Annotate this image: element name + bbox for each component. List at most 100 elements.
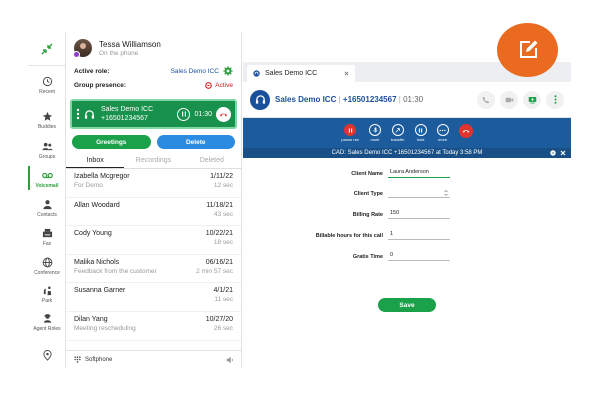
- softphone-bar[interactable]: Softphone: [66, 350, 241, 368]
- status-dot: [73, 51, 80, 58]
- dialpad-icon: [74, 356, 81, 363]
- control-label: hold: [416, 137, 425, 142]
- message-duration: 2 min 57 sec: [196, 267, 233, 275]
- save-button[interactable]: Save: [378, 298, 436, 312]
- video-icon: [505, 97, 513, 102]
- more-button[interactable]: [546, 90, 564, 109]
- speaker-icon[interactable]: [226, 356, 234, 364]
- nav-buddies[interactable]: Buddies: [28, 111, 66, 130]
- group-presence-value[interactable]: Active: [215, 82, 233, 89]
- message-name: Cody Young: [74, 230, 112, 238]
- control-label: transfer: [391, 137, 405, 142]
- tab-inbox[interactable]: Inbox: [66, 154, 125, 168]
- screen-share-icon: [528, 96, 536, 103]
- user-name: Tessa Williamson: [99, 39, 161, 49]
- active-role-value[interactable]: Sales Demo ICC: [171, 68, 219, 75]
- nav-label: Groups: [38, 154, 56, 160]
- cad-bar: CAD: Sales Demo ICC +16501234567 at Toda…: [243, 148, 571, 158]
- close-icon[interactable]: [560, 150, 566, 156]
- billing-rate-input[interactable]: 150: [388, 209, 450, 219]
- list-item[interactable]: Susanna Garner 4/1/21 11 sec: [66, 283, 241, 312]
- call-button[interactable]: [477, 90, 495, 109]
- gratis-time-input[interactable]: 0: [388, 251, 450, 261]
- voicemail-panel: Tessa Williamson On the phone Active rol…: [66, 32, 242, 368]
- nav-agent-roles[interactable]: Agent Roles: [28, 313, 66, 332]
- nav-recent[interactable]: Recent: [28, 76, 66, 95]
- nav-contacts[interactable]: Contacts: [28, 199, 66, 218]
- message-duration: 11 sec: [214, 296, 233, 304]
- nav-voicemail[interactable]: Voicemail: [28, 166, 66, 190]
- nav-groups[interactable]: Groups: [28, 141, 66, 160]
- client-type-select[interactable]: [388, 188, 450, 198]
- gear-icon[interactable]: [223, 66, 233, 76]
- mute-control[interactable]: mute: [369, 124, 381, 142]
- end-call-control[interactable]: [458, 123, 473, 138]
- location-pin-icon: [42, 350, 52, 361]
- tab-recordings[interactable]: Recordings: [124, 154, 182, 168]
- nav-park[interactable]: Park: [28, 285, 66, 304]
- control-label: pause rec: [341, 137, 359, 142]
- nav-label: Recent: [39, 89, 55, 95]
- greetings-button[interactable]: Greetings: [72, 135, 151, 149]
- call-number: +16501234567: [101, 115, 148, 122]
- close-icon[interactable]: [344, 71, 349, 76]
- avatar: [73, 39, 92, 58]
- list-item[interactable]: Malika Nichols 06/16/21 Feedback from the…: [66, 255, 241, 284]
- star-icon: [42, 111, 52, 121]
- nav-label: Agent Roles: [33, 326, 61, 332]
- delete-button[interactable]: Delete: [156, 135, 235, 149]
- phone-icon: [482, 96, 490, 103]
- video-button[interactable]: [500, 90, 518, 109]
- pause-button[interactable]: [177, 107, 191, 121]
- active-role-label: Active role:: [74, 67, 110, 75]
- tab-sales-demo[interactable]: Sales Demo ICC: [247, 65, 355, 82]
- hangup-button[interactable]: [216, 106, 231, 122]
- more-control[interactable]: more: [436, 124, 449, 142]
- globe-icon: [42, 257, 52, 268]
- hold-control[interactable]: hold: [414, 124, 427, 142]
- active-call-card[interactable]: Sales Demo ICC +16501234567 01:30: [70, 99, 237, 129]
- list-item[interactable]: Cody Young 10/22/21 18 sec: [66, 226, 241, 255]
- voicemail-tabs: Inbox Recordings Deleted: [66, 154, 241, 169]
- hold-icon: [418, 127, 423, 133]
- list-item[interactable]: Allan Woodard 11/18/21 43 sec: [66, 198, 241, 227]
- presence-icon: [205, 81, 213, 89]
- app-logo-icon: [253, 70, 260, 77]
- message-note: For Demo: [74, 182, 103, 189]
- nav-location[interactable]: [28, 350, 66, 361]
- control-label: more: [438, 137, 448, 142]
- transfer-icon: [395, 128, 400, 133]
- billable-hours-input[interactable]: 1: [388, 230, 450, 240]
- edit-icon: [519, 40, 537, 58]
- agent-icon: [43, 314, 51, 323]
- screen-share-button[interactable]: [523, 90, 541, 109]
- client-name-input[interactable]: Laura Anderson: [388, 168, 450, 178]
- call-header: Sales Demo ICC | +16501234567 | 01:30: [243, 82, 571, 118]
- edit-button[interactable]: [497, 23, 558, 77]
- call-name: Sales Demo ICC: [101, 106, 154, 113]
- client-type-label: Client Type: [353, 191, 383, 197]
- collapse-icon: [41, 43, 52, 54]
- pause-icon: [348, 127, 352, 133]
- call-timer: 01:30: [194, 110, 212, 118]
- list-item[interactable]: Dilan Yang 10/27/20 Meeting rescheduling 2…: [66, 312, 241, 341]
- nav-conference[interactable]: Conference: [28, 257, 66, 276]
- call-controls: pause rec mute transfer hold more: [243, 118, 571, 148]
- nav-label: Park: [41, 298, 53, 304]
- cad-form: Client Name Laura Anderson Client Type B…: [243, 158, 571, 358]
- transfer-control[interactable]: transfer: [391, 124, 405, 142]
- message-date: 06/16/21: [205, 258, 233, 266]
- list-item[interactable]: Izabella Mcgregor 1/11/22 For Demo 12 sec: [66, 169, 241, 198]
- tab-deleted[interactable]: Deleted: [183, 154, 241, 168]
- headset-icon: [84, 109, 95, 119]
- headset-icon: [255, 95, 265, 104]
- nav-fax[interactable]: Fax: [28, 228, 66, 247]
- clock-icon: [42, 76, 52, 87]
- more-vertical-icon[interactable]: [76, 108, 80, 120]
- user-status: On the phone: [99, 49, 139, 57]
- message-date: 10/27/20: [205, 315, 233, 323]
- collapse-button[interactable]: [28, 32, 65, 66]
- pause-rec-control[interactable]: pause rec: [341, 124, 359, 142]
- minimize-icon[interactable]: [550, 150, 556, 156]
- header-name: Sales Demo ICC: [275, 95, 337, 104]
